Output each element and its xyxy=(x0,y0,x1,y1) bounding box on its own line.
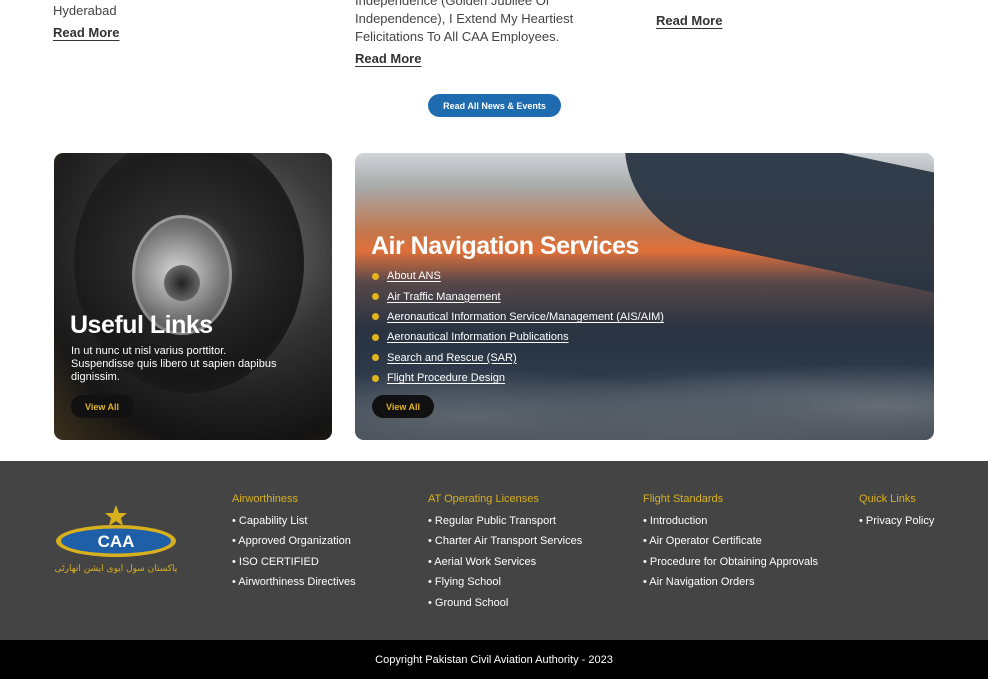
bullet-icon xyxy=(372,272,379,280)
useful-links-title: Useful Links xyxy=(70,311,213,339)
read-more-link[interactable]: Read More xyxy=(355,50,421,68)
list-item: Aeronautical Information Service/Managem… xyxy=(372,307,664,327)
page: Hyderabad Read More Independence (Golden… xyxy=(0,0,988,679)
footer-column-airworthiness: Airworthiness • Capability List • Approv… xyxy=(232,493,356,596)
footer-link[interactable]: • Approved Organization xyxy=(232,534,356,554)
footer-link[interactable]: • Procedure for Obtaining Approvals xyxy=(643,555,818,575)
news-excerpt: Independence (Golden Jubilee Of Independ… xyxy=(355,0,574,44)
footer-link[interactable]: • Privacy Policy xyxy=(859,514,934,534)
read-all-news-button[interactable]: Read All News & Events xyxy=(428,94,561,117)
footer-column-flight-standards: Flight Standards • Introduction • Air Op… xyxy=(643,493,818,596)
news-excerpt: Hyderabad xyxy=(53,3,117,18)
news-item: Read More xyxy=(656,8,926,30)
ans-link-aip[interactable]: Aeronautical Information Publications xyxy=(387,331,569,343)
logo-urdu-text: پاکستان سول ایوی ایشن اتھارٹی xyxy=(55,564,178,574)
footer-link[interactable]: • Ground School xyxy=(428,596,582,616)
footer-link[interactable]: • Capability List xyxy=(232,514,356,534)
read-more-link[interactable]: Read More xyxy=(656,12,722,30)
list-item: Search and Rescue (SAR) xyxy=(372,348,664,368)
ans-link-flight-procedure[interactable]: Flight Procedure Design xyxy=(387,372,505,384)
logo-text: CAA xyxy=(98,532,135,551)
footer-link[interactable]: • Airworthiness Directives xyxy=(232,575,356,595)
list-item: About ANS xyxy=(372,266,664,286)
footer-heading: Airworthiness xyxy=(232,493,299,505)
footer-column-quick-links: Quick Links • Privacy Policy xyxy=(859,493,934,534)
footer-link[interactable]: • Flying School xyxy=(428,575,582,595)
bullet-icon xyxy=(372,333,379,341)
ans-link-about[interactable]: About ANS xyxy=(387,270,441,282)
bullet-icon xyxy=(372,374,379,382)
ans-link-atm[interactable]: Air Traffic Management xyxy=(387,291,501,303)
footer-link[interactable]: • Charter Air Transport Services xyxy=(428,534,582,554)
useful-links-card: Useful Links In ut nunc ut nisl varius p… xyxy=(54,153,332,440)
ans-link-list: About ANS Air Traffic Management Aeronau… xyxy=(372,266,664,388)
footer-heading: Flight Standards xyxy=(643,493,724,505)
useful-links-description: In ut nunc ut nisl varius porttitor. Sus… xyxy=(71,345,277,383)
footer-heading: AT Operating Licenses xyxy=(428,493,539,505)
ans-link-sar[interactable]: Search and Rescue (SAR) xyxy=(387,352,517,364)
footer-link[interactable]: • Introduction xyxy=(643,514,818,534)
footer-link[interactable]: • Air Operator Certificate xyxy=(643,534,818,554)
footer-link[interactable]: • Air Navigation Orders xyxy=(643,575,818,595)
footer-column-at-operating-licenses: AT Operating Licenses • Regular Public T… xyxy=(428,493,582,616)
bullet-icon xyxy=(372,313,379,321)
caa-logo[interactable]: CAA پاکستان سول ایوی ایشن اتھارٹی xyxy=(54,505,178,575)
list-item: Flight Procedure Design xyxy=(372,368,664,388)
ans-title: Air Navigation Services xyxy=(371,232,639,260)
news-item: Independence (Golden Jubilee Of Independ… xyxy=(355,0,640,68)
ans-view-all-button[interactable]: View All xyxy=(372,395,434,418)
read-more-link[interactable]: Read More xyxy=(53,24,119,42)
list-item: Aeronautical Information Publications xyxy=(372,327,664,347)
useful-links-view-all-button[interactable]: View All xyxy=(71,395,133,418)
footer-link[interactable]: • Regular Public Transport xyxy=(428,514,582,534)
bullet-icon xyxy=(372,354,379,362)
air-navigation-services-card: Air Navigation Services About ANS Air Tr… xyxy=(355,153,934,440)
ans-link-ais[interactable]: Aeronautical Information Service/Managem… xyxy=(387,311,664,323)
copyright-text: Copyright Pakistan Civil Aviation Author… xyxy=(375,653,613,666)
news-item: Hyderabad Read More xyxy=(53,2,323,42)
footer: CAA پاکستان سول ایوی ایشن اتھارٹی Airwor… xyxy=(0,461,988,640)
footer-link[interactable]: • ISO CERTIFIED xyxy=(232,555,356,575)
footer-link[interactable]: • Aerial Work Services xyxy=(428,555,582,575)
copyright-bar: Copyright Pakistan Civil Aviation Author… xyxy=(0,640,988,679)
footer-heading: Quick Links xyxy=(859,493,916,505)
bullet-icon xyxy=(372,293,379,301)
list-item: Air Traffic Management xyxy=(372,286,664,306)
